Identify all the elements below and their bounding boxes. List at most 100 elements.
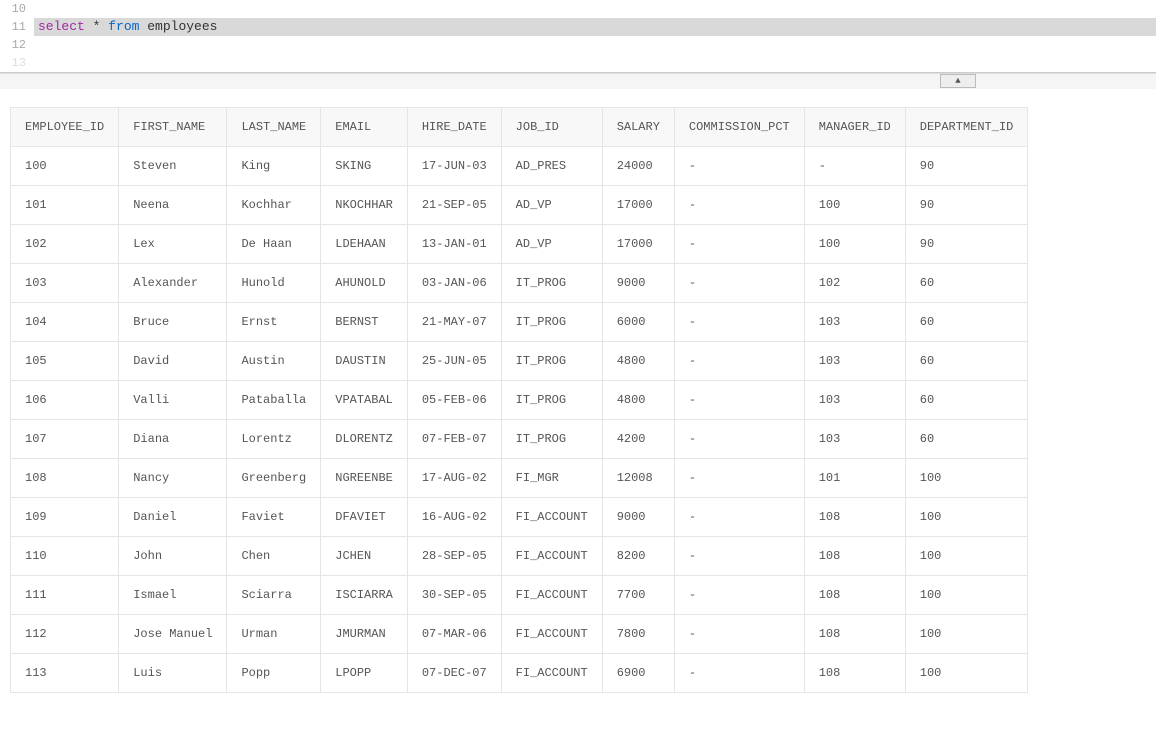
table-cell: 03-JAN-06 [407, 264, 501, 303]
table-cell: 102 [11, 225, 119, 264]
table-cell: Diana [119, 420, 227, 459]
editor-line[interactable]: 10 [0, 0, 1156, 18]
table-cell: FI_ACCOUNT [501, 576, 602, 615]
table-cell: - [674, 342, 804, 381]
table-cell: VPATABAL [321, 381, 408, 420]
table-cell: 108 [804, 498, 905, 537]
sql-editor[interactable]: 1011select * from employees1213 [0, 0, 1156, 73]
table-cell: 102 [804, 264, 905, 303]
table-row[interactable]: 107DianaLorentzDLORENTZ07-FEB-07IT_PROG4… [11, 420, 1028, 459]
table-row[interactable]: 106ValliPataballaVPATABAL05-FEB-06IT_PRO… [11, 381, 1028, 420]
table-cell: 108 [11, 459, 119, 498]
table-cell: Luis [119, 654, 227, 693]
code-token: from [108, 19, 139, 34]
table-cell: 100 [804, 225, 905, 264]
table-cell: DFAVIET [321, 498, 408, 537]
table-cell: 100 [905, 654, 1028, 693]
table-cell: John [119, 537, 227, 576]
table-cell: 12008 [602, 459, 674, 498]
column-header[interactable]: JOB_ID [501, 108, 602, 147]
table-cell: 100 [905, 615, 1028, 654]
table-cell: 60 [905, 342, 1028, 381]
line-number: 11 [0, 18, 34, 36]
table-cell: 7800 [602, 615, 674, 654]
column-header[interactable]: EMPLOYEE_ID [11, 108, 119, 147]
table-cell: 25-JUN-05 [407, 342, 501, 381]
table-row[interactable]: 108NancyGreenbergNGREENBE17-AUG-02FI_MGR… [11, 459, 1028, 498]
editor-line[interactable]: 11select * from employees [0, 18, 1156, 36]
table-row[interactable]: 101NeenaKochharNKOCHHAR21-SEP-05AD_VP170… [11, 186, 1028, 225]
code-token: select [38, 19, 85, 34]
table-cell: 100 [905, 537, 1028, 576]
table-cell: 100 [905, 459, 1028, 498]
table-row[interactable]: 104BruceErnstBERNST21-MAY-07IT_PROG6000 … [11, 303, 1028, 342]
column-header[interactable]: DEPARTMENT_ID [905, 108, 1028, 147]
table-cell: AD_PRES [501, 147, 602, 186]
scroll-up-icon[interactable]: ▲ [940, 74, 976, 88]
table-cell: 100 [905, 576, 1028, 615]
column-header[interactable]: SALARY [602, 108, 674, 147]
table-cell: 90 [905, 186, 1028, 225]
table-cell: AHUNOLD [321, 264, 408, 303]
line-number: 12 [0, 36, 34, 54]
table-cell: 17000 [602, 225, 674, 264]
table-cell: - [674, 303, 804, 342]
table-cell: 16-AUG-02 [407, 498, 501, 537]
table-cell: - [674, 186, 804, 225]
table-cell: 103 [804, 342, 905, 381]
table-cell: 90 [905, 147, 1028, 186]
table-row[interactable]: 103AlexanderHunoldAHUNOLD03-JAN-06IT_PRO… [11, 264, 1028, 303]
table-cell: 07-DEC-07 [407, 654, 501, 693]
table-row[interactable]: 113LuisPoppLPOPP07-DEC-07FI_ACCOUNT6900 … [11, 654, 1028, 693]
table-cell: Valli [119, 381, 227, 420]
table-cell: De Haan [227, 225, 321, 264]
table-cell: BERNST [321, 303, 408, 342]
table-row[interactable]: 110JohnChenJCHEN28-SEP-05FI_ACCOUNT8200 … [11, 537, 1028, 576]
table-cell: Sciarra [227, 576, 321, 615]
code-content[interactable]: select * from employees [34, 18, 1156, 36]
table-cell: Ernst [227, 303, 321, 342]
table-cell: 103 [804, 303, 905, 342]
table-cell: 4800 [602, 342, 674, 381]
table-cell: Nancy [119, 459, 227, 498]
column-header[interactable]: LAST_NAME [227, 108, 321, 147]
column-header[interactable]: MANAGER_ID [804, 108, 905, 147]
table-cell: - [674, 537, 804, 576]
table-cell: - [674, 654, 804, 693]
table-cell: 17-JUN-03 [407, 147, 501, 186]
table-row[interactable]: 111IsmaelSciarraISCIARRA30-SEP-05FI_ACCO… [11, 576, 1028, 615]
table-cell: 8200 [602, 537, 674, 576]
table-cell: 60 [905, 264, 1028, 303]
table-cell: - [674, 381, 804, 420]
table-header-row: EMPLOYEE_IDFIRST_NAMELAST_NAMEEMAILHIRE_… [11, 108, 1028, 147]
table-cell: Jose Manuel [119, 615, 227, 654]
table-row[interactable]: 100StevenKingSKING17-JUN-03AD_PRES24000 … [11, 147, 1028, 186]
table-cell: Lorentz [227, 420, 321, 459]
table-cell: King [227, 147, 321, 186]
column-header[interactable]: COMMISSION_PCT [674, 108, 804, 147]
table-cell: 21-SEP-05 [407, 186, 501, 225]
table-row[interactable]: 112Jose ManuelUrmanJMURMAN07-MAR-06FI_AC… [11, 615, 1028, 654]
table-cell: - [674, 264, 804, 303]
table-cell: David [119, 342, 227, 381]
table-cell: 104 [11, 303, 119, 342]
table-row[interactable]: 105DavidAustinDAUSTIN25-JUN-05IT_PROG480… [11, 342, 1028, 381]
column-header[interactable]: FIRST_NAME [119, 108, 227, 147]
editor-scroll-track: ▲ [0, 73, 1156, 89]
table-cell: 4800 [602, 381, 674, 420]
table-cell: Ismael [119, 576, 227, 615]
table-row[interactable]: 102LexDe HaanLDEHAAN13-JAN-01AD_VP17000 … [11, 225, 1028, 264]
editor-line[interactable]: 12 [0, 36, 1156, 54]
table-cell: 100 [905, 498, 1028, 537]
table-row[interactable]: 109DanielFavietDFAVIET16-AUG-02FI_ACCOUN… [11, 498, 1028, 537]
editor-line[interactable]: 13 [0, 54, 1156, 72]
table-cell: Neena [119, 186, 227, 225]
column-header[interactable]: HIRE_DATE [407, 108, 501, 147]
table-cell: 9000 [602, 264, 674, 303]
table-cell: 30-SEP-05 [407, 576, 501, 615]
table-cell: 100 [11, 147, 119, 186]
table-cell: 105 [11, 342, 119, 381]
column-header[interactable]: EMAIL [321, 108, 408, 147]
table-cell: 28-SEP-05 [407, 537, 501, 576]
table-cell: - [674, 498, 804, 537]
